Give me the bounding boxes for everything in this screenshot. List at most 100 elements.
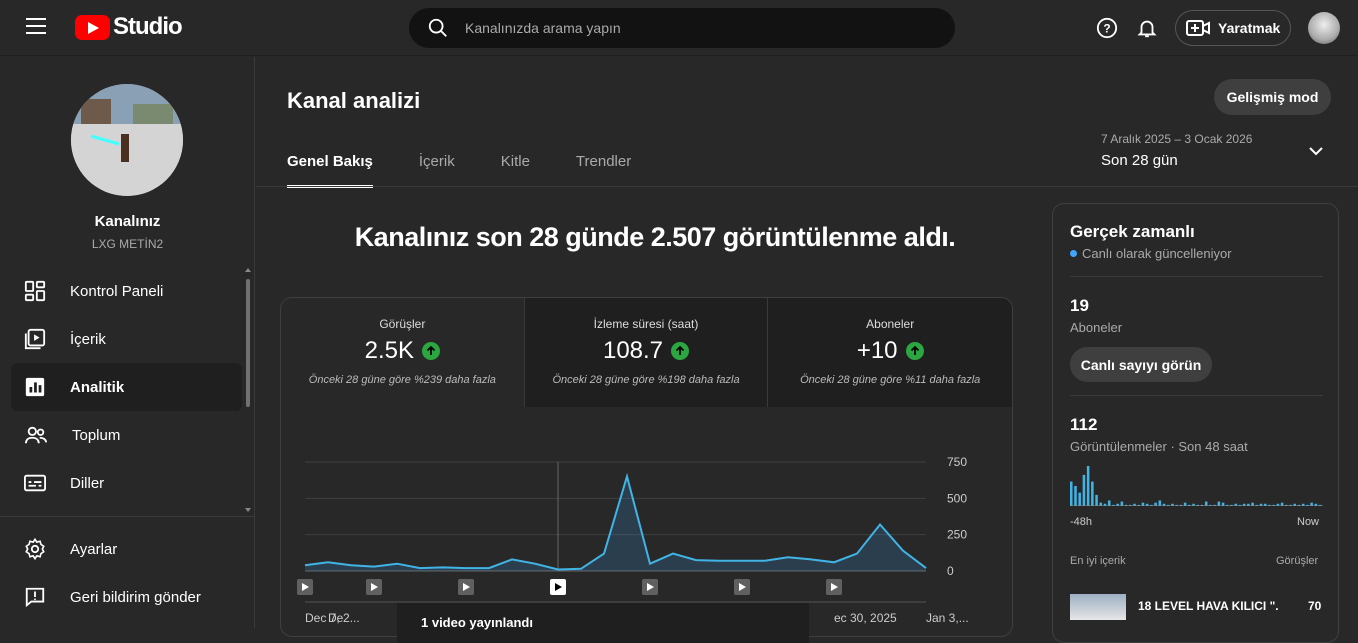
account-avatar[interactable]: [1308, 12, 1340, 44]
tabs-divider: [256, 186, 1358, 187]
series-area: [305, 476, 926, 571]
metric-label: Aboneler: [866, 317, 915, 331]
scroll-down-icon[interactable]: [245, 507, 251, 513]
sidebar-item-community[interactable]: Toplum: [11, 411, 242, 459]
metric-value: +10: [856, 337, 898, 364]
chevron-down-icon[interactable]: [1308, 145, 1324, 157]
sidebar-item-content[interactable]: İçerik: [11, 315, 242, 363]
live-dot-icon: [1070, 250, 1077, 257]
sidebar-item-label: İçerik: [70, 330, 106, 348]
see-live-count-button[interactable]: Canlı sayıyı görün: [1070, 347, 1212, 382]
realtime-bar: [1082, 474, 1086, 506]
metric-comparison: Önceki 28 güne göre %198 daha fazla: [552, 374, 740, 386]
subscribers-count: 19: [1070, 296, 1089, 315]
help-icon[interactable]: ?: [1096, 17, 1118, 39]
metric-value: 2.5K: [364, 337, 415, 364]
metric-label: İzleme süresi (saat): [593, 317, 699, 331]
content-icon: [24, 328, 46, 350]
top-content-column: Görüşler: [1276, 555, 1319, 567]
y-tick-label: 750: [947, 455, 967, 469]
sidebar-item-label: Toplum: [72, 426, 121, 444]
sidebar-item-analytics[interactable]: Analitik: [11, 363, 242, 411]
subscribers-label: Aboneler: [1070, 320, 1123, 335]
main-content: Kanal analizi Gelişmiş mod Genel Bakış İ…: [256, 57, 1358, 643]
analytics-headline: Kanalınız son 28 günde 2.507 görüntülenm…: [354, 222, 956, 252]
sidebar-item-label: Analitik: [70, 378, 125, 396]
dashboard-icon: [24, 280, 46, 302]
sidebar-scrollbar[interactable]: [245, 267, 251, 407]
top-content-thumbnail[interactable]: [1070, 594, 1126, 620]
metric-comparison: Önceki 28 güne göre %239 daha fazla: [308, 374, 496, 386]
realtime-bar: [1095, 494, 1098, 506]
sidebar-item-label: Geri bildirim gönder: [70, 588, 201, 606]
top-content-views: 70: [1308, 599, 1322, 613]
arrow-up-icon: [671, 342, 690, 360]
search-icon: [428, 18, 447, 37]
scrollbar-thumb[interactable]: [246, 279, 250, 407]
metric-tabs: Görüşler 2.5K Önceki 28 güne göre %239 d…: [281, 298, 1012, 407]
views-count: 112: [1070, 415, 1098, 434]
realtime-bar: [1158, 500, 1162, 506]
arrow-up-icon: [905, 342, 924, 360]
page-title: Kanal analizi: [287, 88, 421, 113]
overview-card: Görüşler 2.5K Önceki 28 güne göre %239 d…: [280, 297, 1013, 637]
tab-trends[interactable]: Trendler: [576, 153, 631, 188]
notifications-bell-icon[interactable]: [1136, 16, 1158, 40]
metric-views[interactable]: Görüşler 2.5K Önceki 28 güne göre %239 d…: [281, 298, 525, 407]
realtime-axis-start: -48h: [1070, 516, 1093, 528]
metric-watch-time[interactable]: İzleme süresi (saat) 108.7 Önceki 28 gün…: [524, 298, 769, 407]
channel-title: Kanalınız: [94, 213, 161, 230]
date-range-picker[interactable]: 7 Aralık 2025 – 3 Ocak 2026 Son 28 gün: [1101, 132, 1252, 169]
realtime-bar: [1070, 481, 1073, 506]
chart-tooltip: 1 video yayınlandı: [397, 603, 809, 643]
menu-icon[interactable]: [26, 18, 46, 34]
realtime-divider: [1070, 276, 1323, 277]
youtube-logo-icon: [75, 14, 110, 40]
x-tick-label: ec 30, 2025: [834, 611, 897, 625]
y-tick-label: 500: [947, 491, 967, 505]
metric-subscribers[interactable]: Aboneler +10 Önceki 28 güne göre %11 dah…: [768, 298, 1012, 407]
y-tick-label: 250: [947, 528, 967, 542]
analytics-icon: [25, 377, 45, 397]
views-label: Görüntülenmeler · Son 48 saat: [1070, 439, 1248, 454]
arrow-up-icon: [422, 342, 441, 360]
sidebar: Kanalınız LXG METİN2 Kontrol Paneli İçer…: [0, 57, 255, 628]
channel-avatar[interactable]: [71, 84, 183, 196]
tab-overview[interactable]: Genel Bakış: [287, 153, 373, 188]
tab-audience[interactable]: Kitle: [501, 153, 530, 188]
top-content-title[interactable]: 18 LEVEL HAVA KILICI "...: [1138, 599, 1278, 613]
sidebar-divider: [0, 516, 254, 517]
sidebar-item-languages[interactable]: Diller: [11, 459, 242, 507]
create-button[interactable]: Yaratmak: [1175, 10, 1291, 46]
metric-comparison: Önceki 28 güne göre %11 daha fazla: [800, 374, 981, 386]
sidebar-item-feedback[interactable]: Geri bildirim gönder: [11, 573, 242, 621]
sidebar-item-settings[interactable]: Ayarlar: [11, 525, 242, 573]
realtime-bar: [1086, 466, 1090, 506]
realtime-bar: [1078, 492, 1081, 506]
top-content-label: En iyi içerik: [1070, 555, 1126, 567]
sidebar-bottom-nav: Ayarlar Geri bildirim gönder: [11, 525, 242, 621]
sidebar-item-dashboard[interactable]: Kontrol Paneli: [11, 267, 242, 315]
realtime-bar: [1091, 481, 1094, 506]
x-tick-label: De: [328, 611, 344, 625]
realtime-card: Gerçek zamanlı Canlı olarak güncelleniyo…: [1052, 203, 1339, 643]
channel-avatar-image-icon: [71, 84, 183, 196]
metric-value: 108.7: [602, 337, 664, 364]
scroll-up-icon[interactable]: [245, 267, 251, 273]
channel-name: LXG METİN2: [91, 237, 164, 251]
search-bar[interactable]: [409, 8, 955, 48]
realtime-bar-chart[interactable]: [1070, 466, 1323, 506]
subtitles-icon: [24, 474, 46, 492]
realtime-divider: [1070, 395, 1323, 396]
realtime-axis-end: Now: [1297, 516, 1320, 528]
advanced-mode-button[interactable]: Gelişmiş mod: [1214, 79, 1331, 115]
sidebar-item-label: Ayarlar: [70, 540, 118, 558]
realtime-bar: [1074, 486, 1077, 506]
metric-label: Görüşler: [379, 317, 426, 331]
tab-content[interactable]: İçerik: [419, 153, 455, 188]
video-add-icon: [1186, 20, 1210, 36]
search-input[interactable]: [465, 20, 905, 36]
top-bar: Studio ? Yaratmak: [0, 0, 1358, 56]
studio-logo[interactable]: Studio: [75, 13, 183, 41]
realtime-bar: [1120, 501, 1124, 506]
